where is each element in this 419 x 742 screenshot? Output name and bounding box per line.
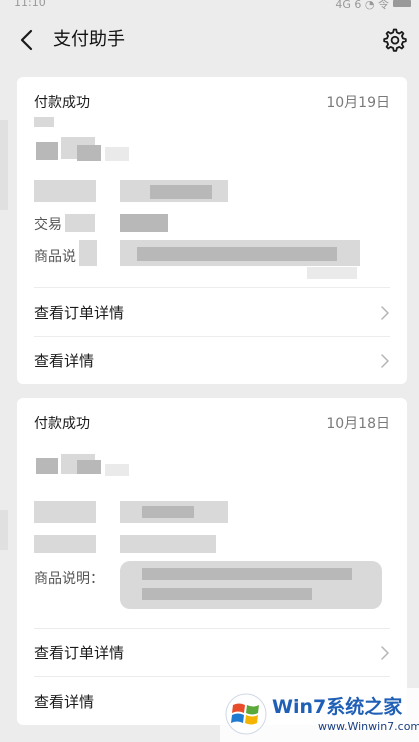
order-details-row[interactable]: 查看订单详情 [17,628,407,676]
redacted-block [36,142,58,160]
redacted-block [105,464,129,476]
details-label: 查看详情 [34,693,95,711]
redacted-block [36,458,58,474]
nav-bar: 支付助手 [0,14,419,66]
redacted-block [77,460,101,474]
redacted-block [142,506,194,518]
redacted-block [34,117,54,127]
chevron-right-icon [381,353,389,368]
redacted-block [65,214,95,232]
battery-icon [393,0,411,7]
page-title: 支付助手 [53,29,125,50]
payment-card[interactable]: 付款成功 10月18日 商品说明： 查看订单详情 查看详情 [17,398,407,725]
gear-icon[interactable] [380,26,408,54]
redacted-block [142,588,312,600]
order-details-label: 查看订单详情 [34,304,125,322]
redacted-block [120,214,168,232]
redacted-block [105,147,129,161]
order-details-row[interactable]: 查看订单详情 [17,288,407,336]
background-strip [0,120,8,210]
product-label: 商品说 [34,249,76,265]
redacted-block [142,568,352,580]
status-indicators: 4G 6 ◔ 令 [335,0,389,11]
redacted-block [307,267,357,279]
payment-status: 付款成功 [34,416,90,432]
payment-card[interactable]: 付款成功 10月19日 交易 商品说 查看订单详情 查看详情 [17,77,407,384]
order-details-label: 查看订单详情 [34,644,125,662]
back-arrow-icon[interactable] [16,28,40,52]
status-bar: 11:10 4G 6 ◔ 令 [0,0,419,14]
site-watermark: Win7系统之家 www.Winwin7.com [220,688,419,742]
product-label: 商品说明： [34,571,104,587]
watermark-url: www.Winwin7.com [318,720,419,733]
chevron-right-icon [381,305,389,320]
redacted-block [150,185,212,199]
payment-date: 10月19日 [326,95,390,111]
background-strip [0,510,8,550]
watermark-title: Win7系统之家 [272,696,403,718]
payment-date: 10月18日 [326,416,390,432]
redacted-block [34,535,96,553]
status-time: 11:10 [14,0,46,9]
redacted-block [79,240,97,266]
chevron-right-icon [381,645,389,660]
payment-status: 付款成功 [34,95,90,111]
transaction-label: 交易 [34,217,62,233]
redacted-block [77,145,101,161]
windows-logo-icon [224,692,268,736]
redacted-block [34,501,96,523]
redacted-block [137,247,337,261]
redacted-block [34,180,96,202]
details-row[interactable]: 查看详情 [17,336,407,384]
redacted-block [120,535,216,553]
details-label: 查看详情 [34,352,95,370]
